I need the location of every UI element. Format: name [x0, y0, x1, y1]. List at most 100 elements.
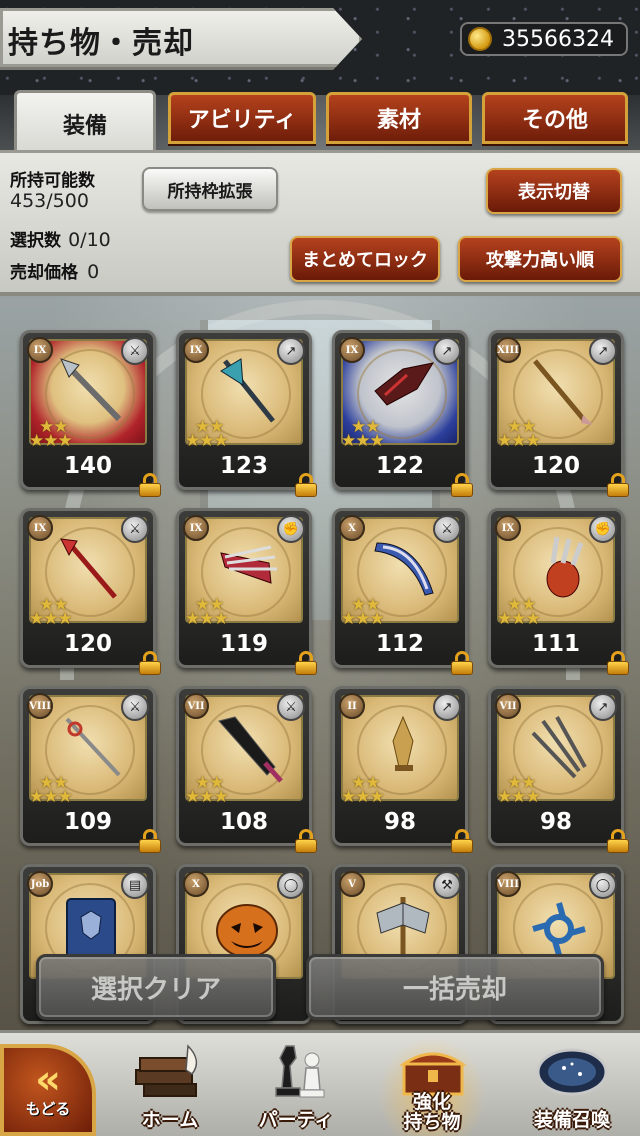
- equipment-card[interactable]: VII ⚔ ★★ ★★★ 108: [176, 686, 317, 853]
- lock-icon: [451, 829, 473, 853]
- clear-selection-button[interactable]: 選択クリア: [36, 954, 276, 1020]
- attack-value: 123: [219, 453, 268, 479]
- nav-equipment-summon[interactable]: 装備召喚: [512, 1036, 632, 1136]
- tab-label: 装備: [62, 113, 107, 139]
- lock-icon: [607, 829, 629, 853]
- sell-price: 売却価格 0: [10, 258, 99, 283]
- back-label: もどる: [25, 1099, 71, 1118]
- equipment-card[interactable]: X ⚔ ★★ ★★★ 112: [332, 508, 473, 675]
- star-row-2: ★★★: [185, 609, 229, 629]
- rank-badge: IX: [183, 515, 209, 541]
- capacity-value: 453/500: [10, 190, 89, 212]
- nav-home[interactable]: ホーム: [110, 1036, 230, 1136]
- rank-badge: XIII: [495, 337, 521, 363]
- star-row-2: ★★★: [29, 609, 73, 629]
- price-value: 0: [87, 261, 100, 283]
- equipment-card[interactable]: VII ↗ ★★ ★★★ 98: [488, 686, 629, 853]
- equipment-card[interactable]: II ↗ ★★ ★★★ 98: [332, 686, 473, 853]
- nav-summon-label: 装備召喚: [533, 1109, 610, 1131]
- attack-value: 98: [539, 809, 572, 835]
- star-row-2: ★★★: [497, 787, 541, 807]
- back-chevron-icon: «: [35, 1056, 61, 1103]
- nav-enhance-label: 強化 持ち物: [403, 1091, 461, 1133]
- equipment-card[interactable]: IX ✊ ★★ ★★★ 111: [488, 508, 629, 675]
- bulk-lock-button[interactable]: まとめてロック: [290, 236, 440, 282]
- star-row-2: ★★★: [341, 431, 385, 451]
- nav-party-label: パーティ: [258, 1109, 334, 1131]
- spear-icon: ↗: [589, 693, 617, 721]
- rank-badge: IX: [183, 337, 209, 363]
- attack-value: 119: [219, 631, 268, 657]
- weapon-pumpkin-icon: [216, 904, 278, 958]
- equipment-card[interactable]: IX ⚔ ★★ ★★★ 140: [20, 330, 161, 497]
- price-label: 売却価格: [10, 263, 78, 283]
- tab-materials[interactable]: 素材: [326, 92, 472, 144]
- equipment-card[interactable]: XIII ↗ ★★ ★★★ 120: [488, 330, 629, 497]
- attack-value: 140: [63, 453, 112, 479]
- attack-value: 109: [63, 809, 112, 835]
- attack-value: 108: [219, 809, 268, 835]
- tab-label: 素材: [376, 108, 421, 133]
- tab-ability[interactable]: アビリティ: [168, 92, 316, 144]
- axe-icon: ⚒: [433, 871, 461, 899]
- lock-icon: [607, 651, 629, 675]
- rank-badge: X: [339, 515, 365, 541]
- rank-badge: II: [339, 693, 365, 719]
- spear-icon: ↗: [433, 337, 461, 365]
- lock-icon: [295, 473, 317, 497]
- rank-badge: Job: [27, 871, 53, 897]
- star-row-2: ★★★: [341, 787, 385, 807]
- bulk-sell-button[interactable]: 一括売却: [306, 954, 604, 1020]
- rank-badge: V: [339, 871, 365, 897]
- sort-attack-button[interactable]: 攻撃力高い順: [458, 236, 622, 282]
- rank-badge: VIII: [495, 871, 521, 897]
- nav-enhance-items[interactable]: 強化 持ち物: [372, 1036, 492, 1136]
- star-row-2: ★★★: [497, 609, 541, 629]
- nav-party[interactable]: パーティ: [236, 1036, 356, 1136]
- tab-others[interactable]: その他: [482, 92, 628, 144]
- sword-icon: ⚔: [121, 515, 149, 543]
- rank-badge: VII: [495, 693, 521, 719]
- lock-icon: [139, 829, 161, 853]
- sword-icon: ⚔: [121, 693, 149, 721]
- currency-display: 35566324: [460, 22, 628, 56]
- fist-icon: ✊: [589, 515, 617, 543]
- selected-label: 選択数: [10, 231, 61, 251]
- lock-icon: [139, 473, 161, 497]
- summon-crystal-icon: [536, 1048, 608, 1096]
- equipment-card[interactable]: IX ⚔ ★★ ★★★ 120: [20, 508, 161, 675]
- sword-icon: ⚔: [277, 693, 305, 721]
- fist-icon: ✊: [277, 515, 305, 543]
- nav-home-label: ホーム: [141, 1109, 199, 1131]
- equipment-card[interactable]: IX ✊ ★★ ★★★ 119: [176, 508, 317, 675]
- star-row-2: ★★★: [185, 787, 229, 807]
- tab-equipment[interactable]: 装備: [14, 90, 156, 154]
- chess-pieces-icon: [275, 1045, 325, 1098]
- lock-icon: [451, 651, 473, 675]
- spear-icon: ↗: [277, 337, 305, 365]
- currency-value: 35566324: [502, 26, 614, 52]
- lock-icon: [451, 473, 473, 497]
- equipment-card[interactable]: IX ↗ ★★ ★★★ 123: [176, 330, 317, 497]
- expand-capacity-button[interactable]: 所持枠拡張: [142, 167, 278, 211]
- weapon-shuriken-icon: [532, 902, 586, 956]
- selected-count: 選択数 0/10: [10, 226, 111, 251]
- rank-badge: IX: [27, 337, 53, 363]
- rank-badge: IX: [27, 515, 53, 541]
- coin-icon: [468, 27, 492, 51]
- rank-badge: VII: [183, 693, 209, 719]
- weapon-axe-icon: [376, 897, 430, 959]
- capacity-label: 所持可能数: [10, 171, 95, 191]
- equipment-card[interactable]: IX ↗ ★★ ★★★ 122: [332, 330, 473, 497]
- tab-label: アビリティ: [187, 108, 297, 133]
- attack-value: 120: [63, 631, 112, 657]
- sword-icon: ⚔: [433, 515, 461, 543]
- attack-value: 112: [375, 631, 424, 657]
- star-row-2: ★★★: [29, 787, 73, 807]
- star-row-2: ★★★: [185, 431, 229, 451]
- lock-icon: [295, 829, 317, 853]
- equipment-card[interactable]: VIII ⚔ ★★ ★★★ 109: [20, 686, 161, 853]
- selected-value: 0/10: [68, 229, 111, 251]
- rank-badge: VIII: [27, 693, 53, 719]
- display-toggle-button[interactable]: 表示切替: [486, 168, 622, 214]
